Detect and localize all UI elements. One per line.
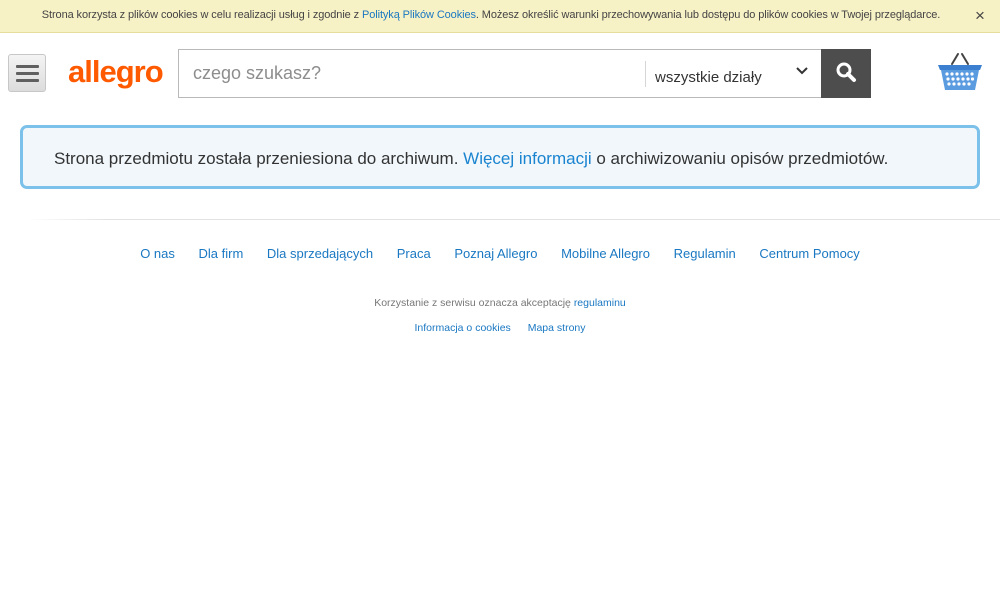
cookie-text-after: . Możesz określić warunki przechowywania… [475, 9, 941, 21]
category-select[interactable]: wszystkie działy [646, 50, 821, 97]
search-input[interactable] [179, 50, 645, 97]
cookie-bar: Strona korzysta z plików cookies w celu … [0, 0, 1000, 33]
footer-link-dla-sprzedajacych[interactable]: Dla sprzedających [267, 246, 373, 261]
legal-notice: Korzystanie z serwisu oznacza akceptację… [0, 297, 1000, 309]
search-icon [836, 62, 856, 82]
footer-link-praca[interactable]: Praca [397, 246, 431, 261]
category-label: wszystkie działy [655, 69, 762, 86]
chevron-down-icon [796, 67, 808, 75]
footer-links: O nas Dla firm Dla sprzedających Praca P… [0, 246, 1000, 261]
footer-link-regulamin[interactable]: Regulamin [674, 246, 736, 261]
cookie-text-before: Strona korzysta z plików cookies w celu … [41, 9, 362, 21]
notice-message: Strona przedmiotu została przeniesiona d… [54, 149, 888, 169]
menu-button[interactable] [8, 54, 46, 92]
close-icon[interactable]: × [972, 7, 988, 24]
cookie-message: Strona korzysta z plików cookies w celu … [0, 9, 982, 21]
archive-notice: Strona przedmiotu została przeniesiona d… [20, 125, 980, 189]
footer-link-dla-firm[interactable]: Dla firm [199, 246, 244, 261]
basket-button[interactable] [936, 52, 984, 94]
notice-text-before: Strona przedmiotu została przeniesiona d… [54, 149, 464, 168]
cookie-policy-link[interactable]: Polityką Plików Cookies [362, 9, 476, 21]
footer-link-centrum-pomocy[interactable]: Centrum Pomocy [759, 246, 859, 261]
hamburger-icon [16, 72, 39, 75]
legal-links: Informacja o cookies Mapa strony [0, 322, 1000, 334]
more-info-link[interactable]: Więcej informacji [463, 149, 591, 168]
allegro-logo[interactable]: allegro [68, 54, 164, 90]
terms-link[interactable]: regulaminu [574, 297, 626, 309]
footer-divider [28, 219, 1000, 220]
search-button[interactable] [821, 49, 871, 98]
footer-link-o-nas[interactable]: O nas [140, 246, 175, 261]
footer-link-mobilne-allegro[interactable]: Mobilne Allegro [561, 246, 650, 261]
sitemap-link[interactable]: Mapa strony [528, 322, 586, 334]
legal-text: Korzystanie z serwisu oznacza akceptację [374, 297, 574, 309]
hamburger-icon [16, 65, 39, 68]
cookies-info-link[interactable]: Informacja o cookies [415, 322, 511, 334]
footer-link-poznaj-allegro[interactable]: Poznaj Allegro [454, 246, 537, 261]
basket-icon [938, 53, 982, 90]
search-bar: wszystkie działy [178, 49, 871, 98]
notice-text-after: o archiwizowaniu opisów przedmiotów. [591, 149, 889, 168]
hamburger-icon [16, 79, 39, 82]
